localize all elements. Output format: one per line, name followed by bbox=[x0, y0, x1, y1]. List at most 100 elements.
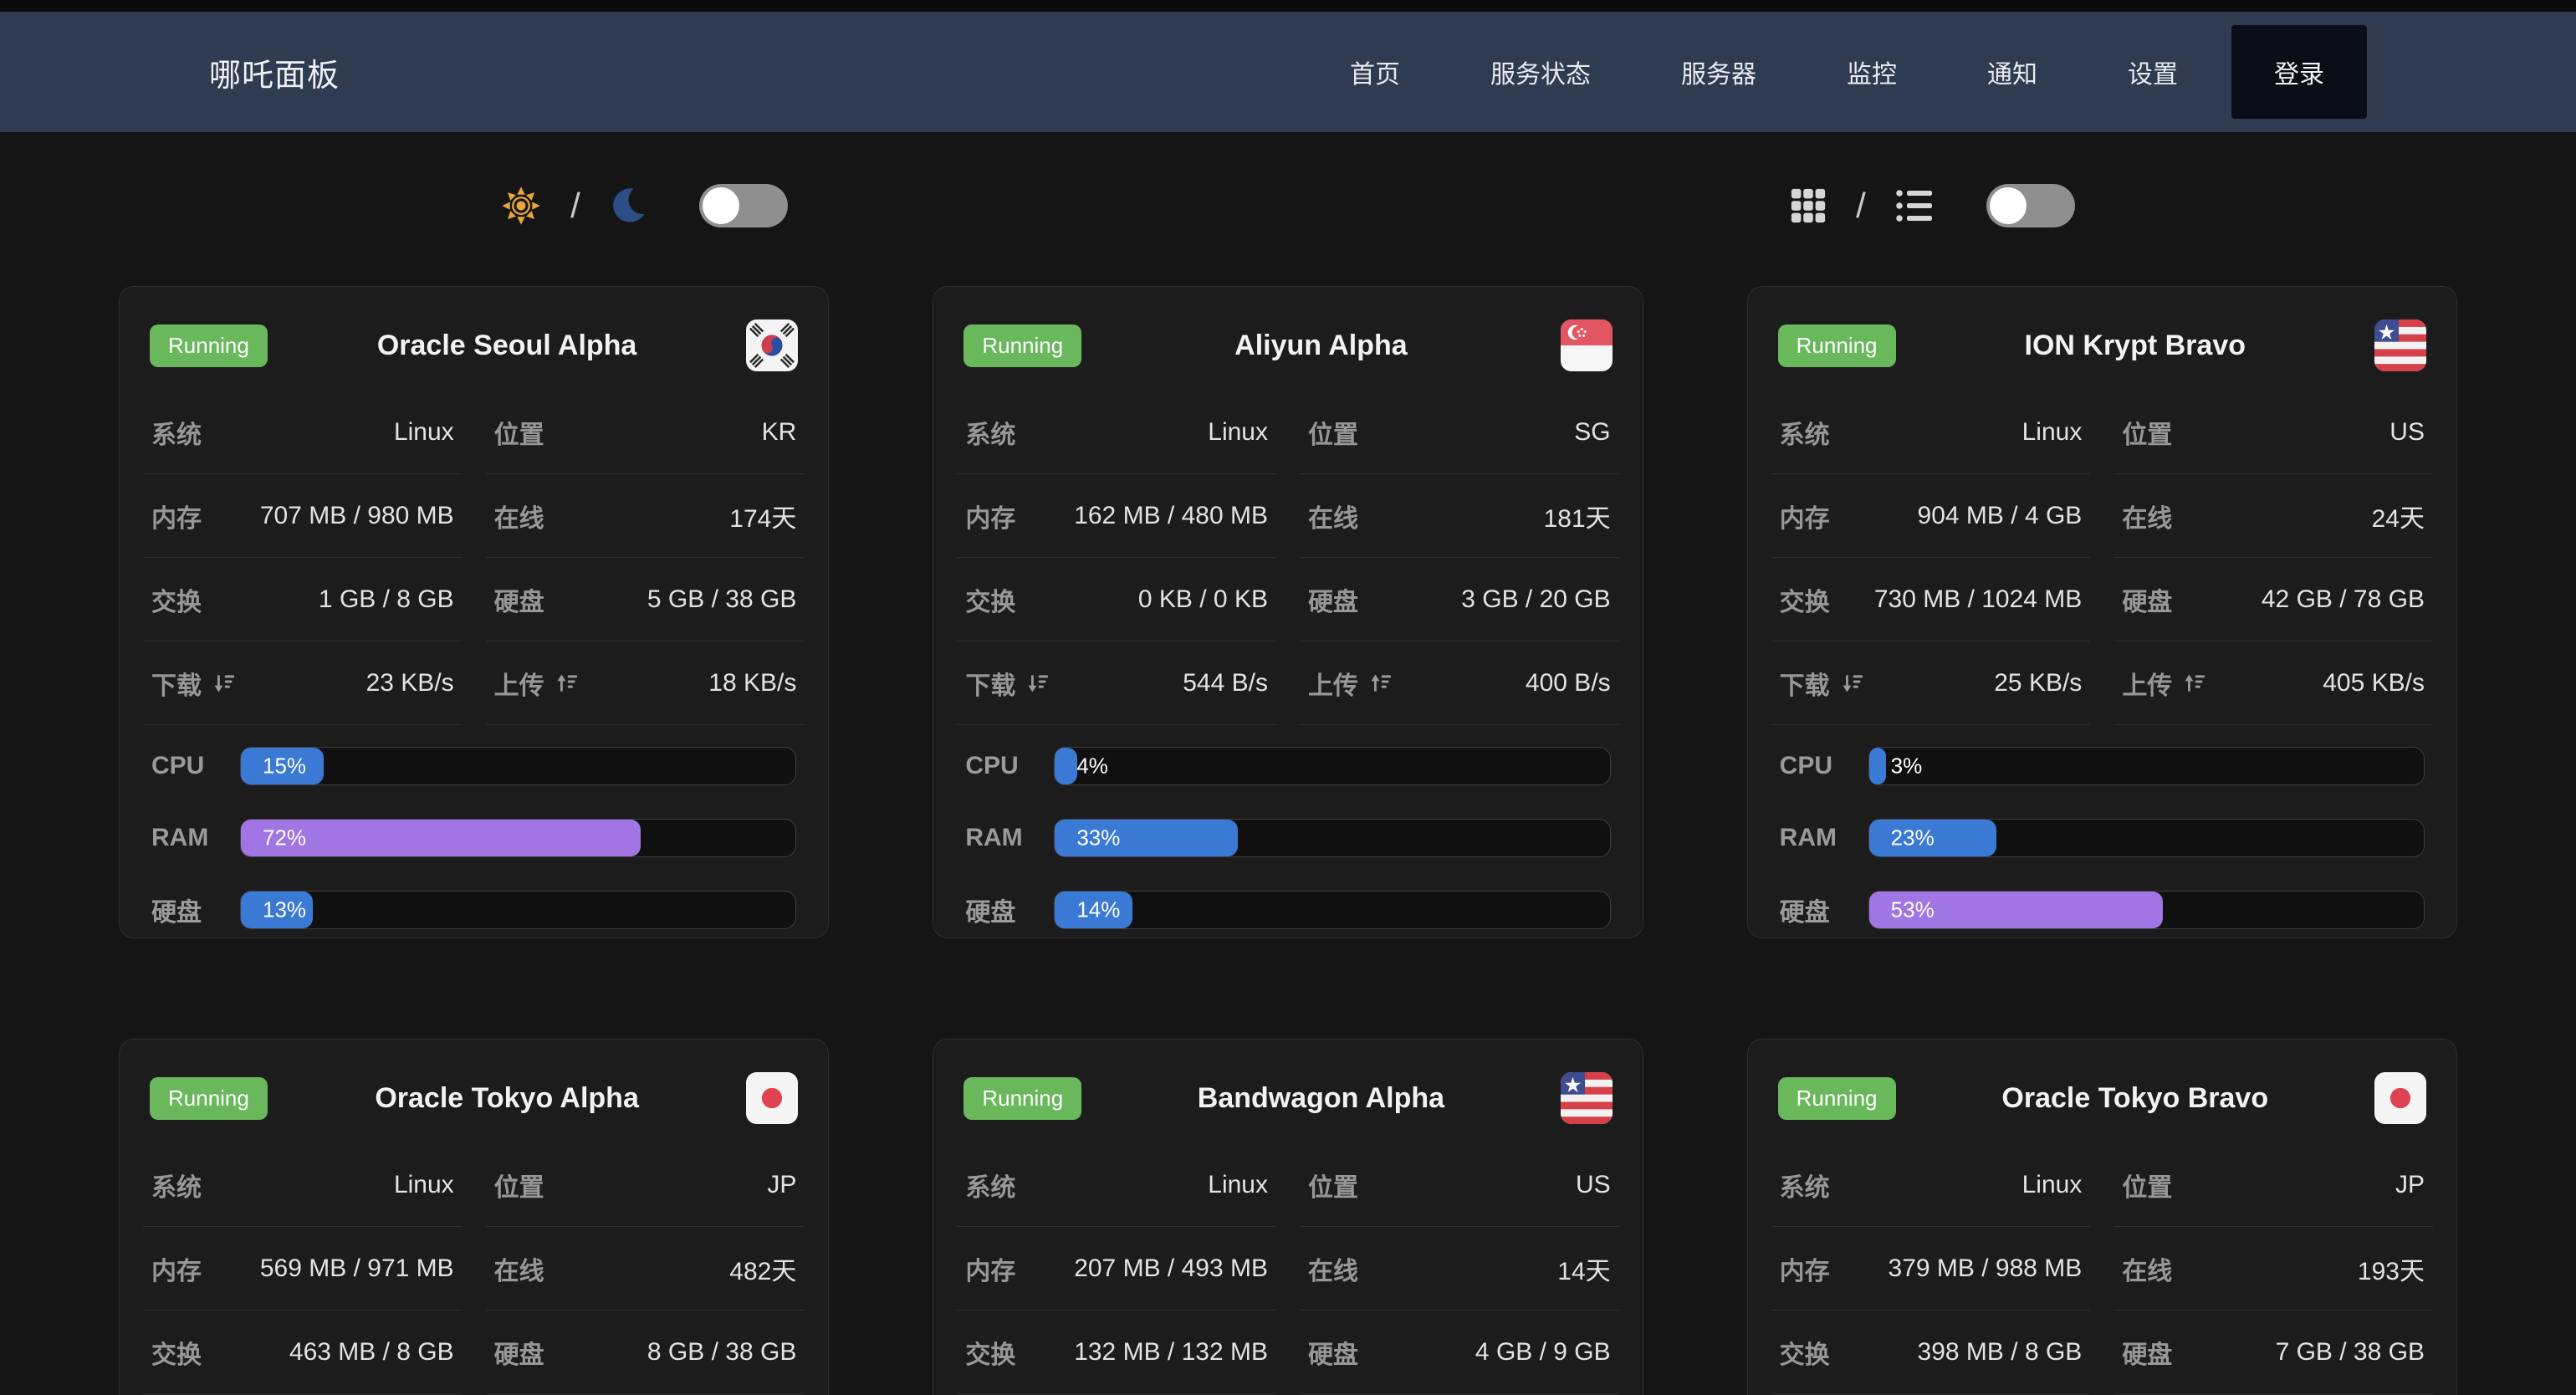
usage-bar-label: CPU bbox=[965, 752, 1054, 780]
stat-cell: 交换0 KB / 0 KB bbox=[957, 558, 1276, 641]
nav-item[interactable]: 监控 bbox=[1847, 54, 1897, 90]
stat-label: 在线 bbox=[1308, 1250, 1358, 1287]
stat-value: 379 MB / 988 MB bbox=[1889, 1254, 2083, 1283]
stat-value: SG bbox=[1574, 418, 1610, 447]
stat-value: JP bbox=[767, 1171, 796, 1199]
stat-label: 内存 bbox=[965, 498, 1015, 534]
stat-cell: 交换1 GB / 8 GB bbox=[143, 558, 463, 641]
view-switch-knob bbox=[1990, 187, 2027, 224]
server-card[interactable]: Running Oracle Tokyo Bravo 系统Linux 位置JP 内存… bbox=[1747, 1039, 2457, 1395]
stat-label: 系统 bbox=[965, 414, 1015, 451]
usage-bar-row: CPU15% bbox=[151, 747, 796, 785]
stat-label: 硬盘 bbox=[1308, 581, 1358, 618]
stat-value: 0 KB / 0 KB bbox=[1138, 585, 1268, 614]
list-view-icon[interactable] bbox=[1894, 186, 1935, 226]
flag-jp-icon bbox=[2374, 1072, 2426, 1124]
usage-bar-row: CPU4% bbox=[965, 747, 1610, 785]
stat-value: 23 KB/s bbox=[366, 669, 454, 698]
grid-view-icon[interactable] bbox=[1789, 187, 1827, 225]
stat-value: 193天 bbox=[2358, 1250, 2425, 1287]
stat-value: 25 KB/s bbox=[1994, 669, 2082, 698]
stat-cell: 系统Linux bbox=[1771, 1143, 2091, 1227]
card-header: Running Bandwagon Alpha bbox=[957, 1061, 1618, 1135]
stat-label: 硬盘 bbox=[1308, 1334, 1358, 1371]
stat-cell: 硬盘 3 GB / 20 GB bbox=[1300, 558, 1619, 641]
stat-value: 3 GB / 20 GB bbox=[1461, 585, 1610, 614]
progress-percent: 15% bbox=[263, 754, 306, 779]
stat-value: US bbox=[1576, 1171, 1611, 1199]
server-card[interactable]: Running Aliyun Alpha 系统Linux位置SG内存162 MB… bbox=[933, 286, 1643, 938]
server-card[interactable]: Running Oracle Seoul Alpha 系统Linux位置KR内存… bbox=[119, 286, 829, 938]
stat-label: 系统 bbox=[1780, 414, 1830, 451]
stat-label: 硬盘 bbox=[494, 581, 544, 618]
stat-label: 下载 bbox=[965, 665, 1049, 702]
stats-grid: 系统Linux位置US内存904 MB / 4 GB在线24天交换730 MB … bbox=[1771, 391, 2433, 725]
stat-cell: 交换730 MB / 1024 MB bbox=[1771, 558, 2091, 641]
sun-icon[interactable] bbox=[500, 185, 542, 227]
stat-label: 位置 bbox=[1308, 414, 1358, 451]
view-switch[interactable] bbox=[1986, 184, 2075, 227]
stat-label: 硬盘 bbox=[2122, 1334, 2172, 1371]
stat-label: 交换 bbox=[1780, 1334, 1830, 1371]
progress-percent: 72% bbox=[263, 825, 306, 851]
stat-label: 在线 bbox=[1308, 498, 1358, 534]
moon-icon[interactable] bbox=[609, 187, 647, 225]
theme-switch[interactable] bbox=[699, 184, 788, 227]
stat-cell: 位置JP bbox=[2113, 1143, 2433, 1227]
card-header: Running Oracle Tokyo Bravo bbox=[1771, 1061, 2433, 1135]
card-header: Running Oracle Tokyo Alpha bbox=[143, 1061, 805, 1135]
nav-item[interactable]: 设置 bbox=[2128, 54, 2178, 90]
theme-switch-knob bbox=[703, 187, 739, 224]
stat-label: 内存 bbox=[1780, 1250, 1830, 1287]
flag-kr-icon bbox=[746, 319, 798, 371]
stat-cell: 位置 SG bbox=[1300, 391, 1619, 474]
stat-label: 交换 bbox=[151, 1334, 202, 1371]
progress-fill bbox=[1055, 748, 1077, 784]
status-badge: Running bbox=[963, 324, 1081, 367]
stat-cell: 位置KR bbox=[486, 391, 805, 474]
server-card[interactable]: Running ION Krypt Bravo 系统Linux位置US内存904… bbox=[1747, 286, 2457, 938]
stat-value: 4 GB / 9 GB bbox=[1475, 1338, 1611, 1367]
progress-track: 13% bbox=[240, 891, 796, 929]
usage-bar-row: RAM23% bbox=[1780, 819, 2425, 857]
stat-label: 硬盘 bbox=[494, 1334, 544, 1371]
usage-bar-label: RAM bbox=[1780, 824, 1868, 852]
stat-cell: 在线24天 bbox=[2113, 474, 2433, 558]
stat-value: 174天 bbox=[729, 498, 796, 534]
progress-percent: 3% bbox=[1891, 754, 1923, 779]
stat-cell: 上传405 KB/s bbox=[2113, 641, 2433, 725]
login-button[interactable]: 登录 bbox=[2231, 25, 2367, 119]
window-top-strip bbox=[0, 0, 2576, 12]
flag-sg-icon bbox=[1561, 319, 1613, 371]
progress-track: 72% bbox=[240, 819, 796, 857]
nav-item[interactable]: 首页 bbox=[1350, 54, 1400, 90]
stat-value: 482天 bbox=[729, 1250, 796, 1287]
stat-value: 42 GB / 78 GB bbox=[2262, 585, 2425, 614]
server-card[interactable]: Running Oracle Tokyo Alpha 系统Linux位置JP内存… bbox=[119, 1039, 829, 1395]
stat-cell: 系统Linux bbox=[957, 1143, 1276, 1227]
stat-label: 下载 bbox=[1780, 665, 1863, 702]
progress-track: 3% bbox=[1868, 747, 2425, 785]
top-navbar: 哪吒面板 首页 服务状态 服务器 监控 通知 设置 登录 bbox=[0, 12, 2576, 132]
server-grid: Running Oracle Seoul Alpha 系统Linux位置KR内存… bbox=[0, 286, 2576, 1395]
nav-item[interactable]: 服务状态 bbox=[1490, 54, 1591, 90]
stat-cell: 在线193天 bbox=[2113, 1227, 2433, 1311]
stat-label: 在线 bbox=[494, 498, 544, 534]
stat-value: 730 MB / 1024 MB bbox=[1874, 585, 2082, 614]
nav-item[interactable]: 通知 bbox=[1987, 54, 2037, 90]
stat-cell: 位置JP bbox=[486, 1143, 805, 1227]
flag-jp-icon bbox=[746, 1072, 798, 1124]
server-card[interactable]: Running Bandwagon Alpha 系统Linux位置US内存207… bbox=[933, 1039, 1643, 1395]
stat-value: Linux bbox=[394, 1171, 454, 1199]
nav-item[interactable]: 服务器 bbox=[1681, 54, 1756, 90]
usage-bar-row: CPU3% bbox=[1780, 747, 2425, 785]
view-toggle-group: / bbox=[1288, 176, 2576, 236]
download-sort-icon bbox=[1025, 672, 1049, 695]
progress-percent: 53% bbox=[1891, 897, 1935, 923]
stat-cell: 交换132 MB / 132 MB bbox=[957, 1311, 1276, 1394]
stat-cell: 交换398 MB / 8 GB bbox=[1771, 1311, 2091, 1394]
stat-value: 463 MB / 8 GB bbox=[289, 1338, 454, 1367]
stat-value: 904 MB / 4 GB bbox=[1918, 502, 2083, 530]
stat-cell: 下载 25 KB/s bbox=[1771, 641, 2091, 725]
brand-title: 哪吒面板 bbox=[209, 49, 340, 95]
